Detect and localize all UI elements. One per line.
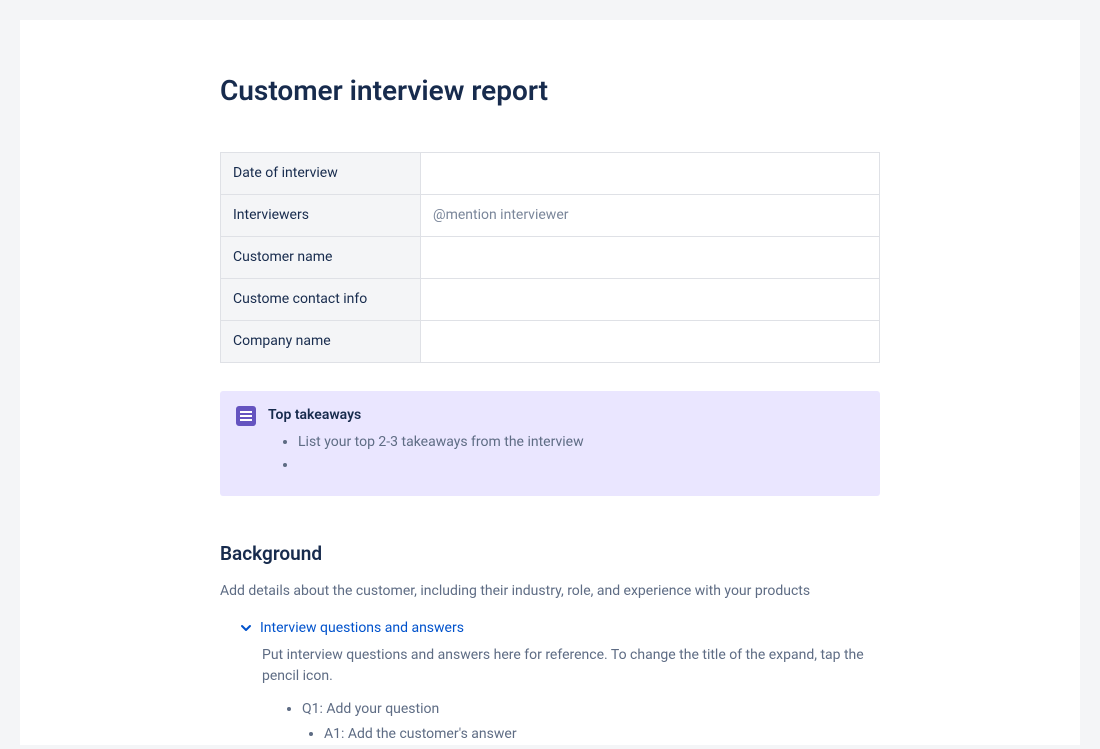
table-row: Company name (221, 321, 880, 363)
takeaways-list[interactable]: List your top 2-3 takeaways from the int… (268, 432, 864, 476)
panel-title: Top takeaways (268, 405, 864, 426)
expand-toggle[interactable]: Interview questions and answers (240, 618, 880, 639)
meta-label-contact: Custome contact info (221, 279, 421, 321)
chevron-down-icon (240, 622, 252, 634)
meta-label-customer-name: Customer name (221, 237, 421, 279)
list-item: List your top 2-3 takeaways from the int… (298, 432, 864, 453)
answer-text: A1: Add the customer's answer (324, 726, 517, 742)
qa-list: Q1: Add your question A1: Add the custom… (262, 699, 880, 745)
meta-label-date: Date of interview (221, 153, 421, 195)
expand-description: Put interview questions and answers here… (262, 645, 880, 687)
note-icon (236, 406, 256, 426)
page-title: Customer interview report (220, 70, 880, 112)
background-subtitle: Add details about the customer, includin… (220, 581, 880, 602)
meta-label-company: Company name (221, 321, 421, 363)
table-row: Custome contact info (221, 279, 880, 321)
table-row: Date of interview (221, 153, 880, 195)
meta-value-customer-name[interactable] (421, 237, 880, 279)
question-text: Q1: Add your question (302, 701, 439, 717)
table-row: Interviewers @mention interviewer (221, 195, 880, 237)
list-item: Q1: Add your question A1: Add the custom… (302, 699, 880, 745)
meta-value-date[interactable] (421, 153, 880, 195)
takeaways-panel: Top takeaways List your top 2-3 takeaway… (220, 391, 880, 496)
meta-table: Date of interview Interviewers @mention … (220, 152, 880, 363)
meta-value-contact[interactable] (421, 279, 880, 321)
list-item (298, 455, 864, 476)
meta-label-interviewers: Interviewers (221, 195, 421, 237)
meta-value-interviewers[interactable]: @mention interviewer (421, 195, 880, 237)
meta-value-company[interactable] (421, 321, 880, 363)
expand-title: Interview questions and answers (260, 618, 464, 639)
expand-body[interactable]: Put interview questions and answers here… (240, 645, 880, 745)
document-page: Customer interview report Date of interv… (20, 20, 1080, 745)
table-row: Customer name (221, 237, 880, 279)
list-item: A1: Add the customer's answer (324, 724, 880, 745)
background-heading: Background (220, 540, 880, 569)
expand-block: Interview questions and answers Put inte… (220, 618, 880, 745)
